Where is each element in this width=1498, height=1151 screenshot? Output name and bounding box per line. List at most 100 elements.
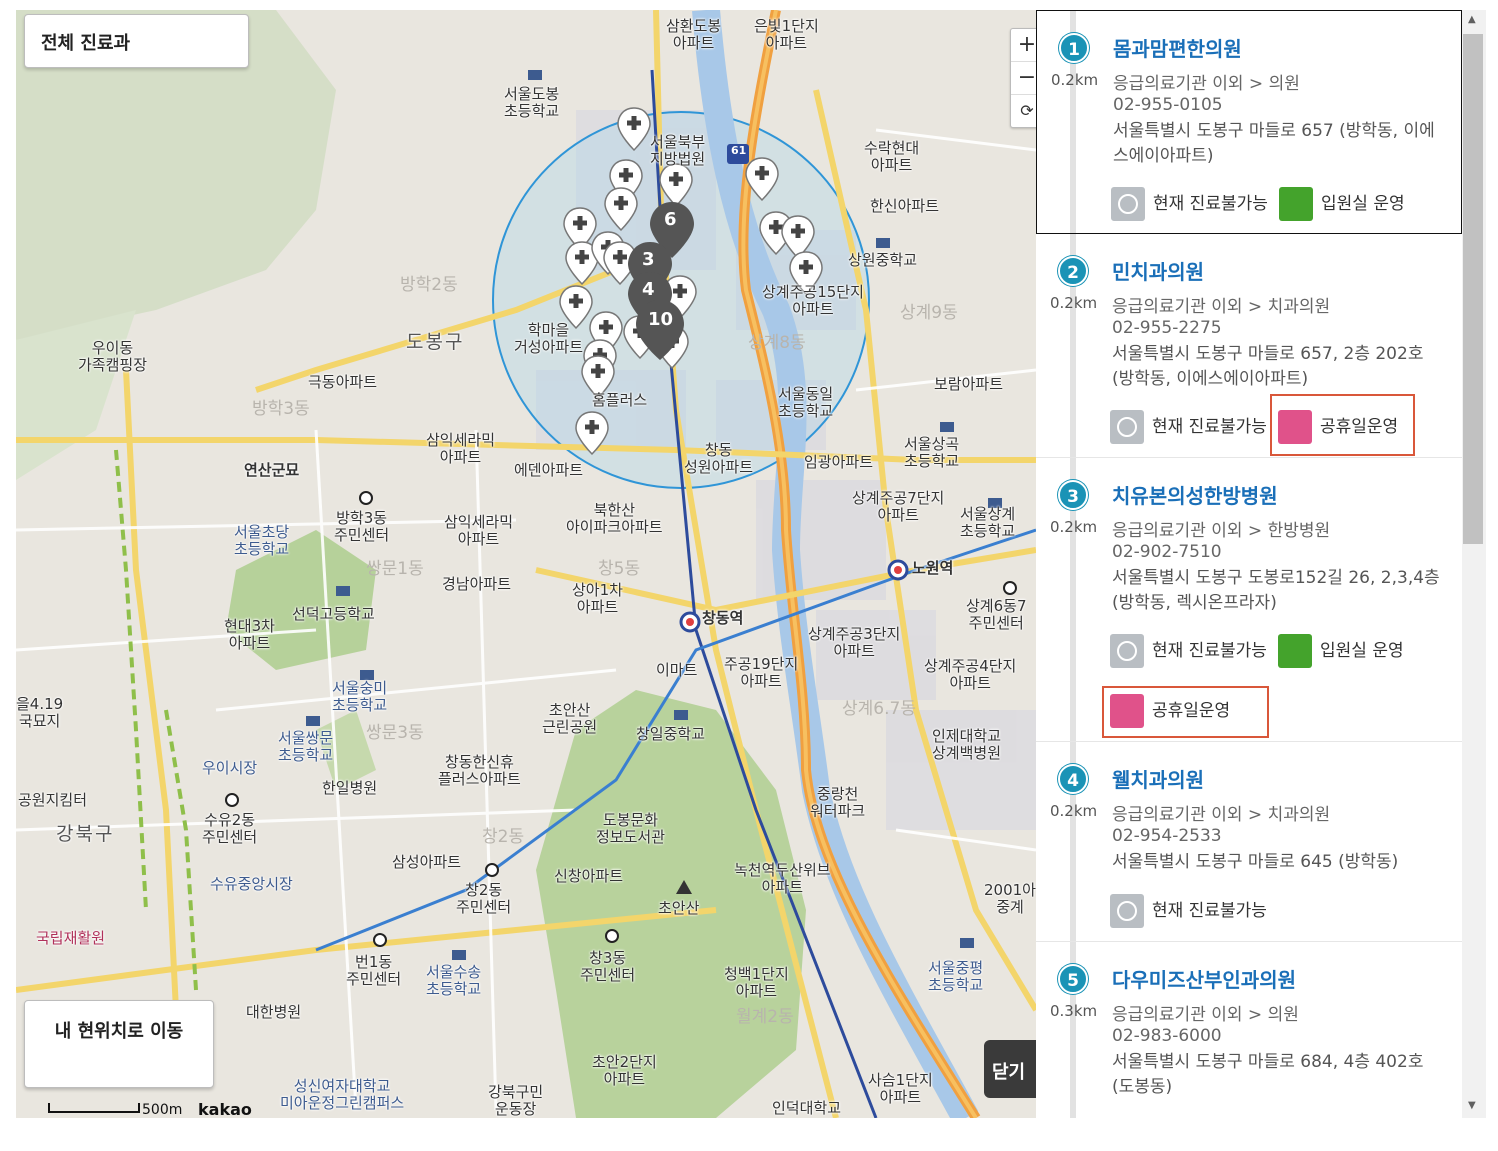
hospital-pin[interactable]: [617, 107, 651, 151]
calendar-icon: [1110, 694, 1144, 728]
scroll-down-icon[interactable]: ▼: [1468, 1100, 1476, 1111]
result-name[interactable]: 다우미즈산부인과의원: [1112, 964, 1296, 993]
cluster-count: 6: [664, 209, 677, 230]
map-label: 초안산 근린공원: [542, 701, 598, 737]
map-label: 월계2동: [736, 1007, 794, 1027]
cluster-count: 4: [642, 279, 655, 300]
list-scrollbar[interactable]: ▲ ▼: [1462, 10, 1486, 1118]
status-badge: 현재 진료불가능: [1111, 187, 1268, 223]
map-label: 서울초당 초등학교: [234, 523, 290, 559]
map-label: 북한산 아이파크아파트: [566, 501, 663, 537]
clock-icon: [1110, 634, 1144, 668]
result-address: 서울특별시 도봉구 마들로 657 (방학동, 이에스에이아파트): [1113, 121, 1435, 166]
map-label: 쌍문3동: [366, 723, 424, 743]
map-label: 노원역: [912, 559, 954, 577]
result-distance: 0.2km: [1050, 518, 1098, 536]
hospital-markers[interactable]: [16, 10, 1036, 1118]
map-label: 삼익세라믹 아파트: [426, 431, 496, 467]
map-label: 도봉문화 정보도서관: [596, 811, 666, 847]
map-view[interactable]: 6 3 4 10 61 삼환도봉 아파트 은빛1단지 아파트 서울도봉 초등학교…: [16, 10, 1036, 1118]
map-label: 방학2동: [400, 275, 458, 295]
map-label: 삼환도봉 아파트: [666, 17, 722, 53]
result-list: 1 0.2km 몸과맘편한의원 응급의료기관 이외 > 의원 02-955-01…: [1036, 10, 1462, 1118]
result-phone[interactable]: 02-902-7510: [1112, 542, 1222, 562]
kakao-logo[interactable]: kakao: [198, 1100, 252, 1118]
map-label: 학마을 거성아파트: [514, 321, 584, 357]
map-label: 인덕대학교: [772, 1099, 842, 1117]
map-label: 초안산: [658, 899, 700, 917]
map-label: 창3동 주민센터: [580, 949, 636, 985]
result-phone[interactable]: 02-983-6000: [1112, 1026, 1222, 1046]
cluster-count: 10: [648, 309, 674, 330]
result-address: 서울특별시 도봉구 마들로 684, 4층 402호 (도봉동): [1112, 1052, 1424, 1097]
map-label: 초안2단지 아파트: [592, 1053, 657, 1089]
map-label: 을4.19 국묘지: [16, 695, 64, 731]
map-label: 서울상계 초등학교: [960, 505, 1016, 541]
bed-icon: [1278, 634, 1312, 668]
map-label: 서울숭미 초등학교: [332, 679, 388, 715]
map-label: 한일병원: [322, 779, 378, 797]
map-label: 쌍문1동: [366, 559, 424, 579]
result-name[interactable]: 민치과의원: [1112, 256, 1204, 285]
map-label: 강북구: [56, 823, 115, 845]
department-filter-button[interactable]: 전체 진료과: [24, 14, 249, 68]
result-item[interactable]: 1 0.2km 몸과맘편한의원 응급의료기관 이외 > 의원 02-955-01…: [1036, 10, 1462, 234]
result-phone[interactable]: 02-955-0105: [1113, 95, 1223, 115]
map-label: 우이동 가족캠핑장: [78, 339, 148, 375]
result-phone[interactable]: 02-954-2533: [1112, 826, 1222, 846]
map-label: 삼성아파트: [392, 853, 462, 871]
map-label: 인제대학교 상계백병원: [932, 727, 1002, 763]
result-number: 1: [1059, 33, 1089, 63]
map-label: 사슴1단지 아파트: [868, 1071, 933, 1107]
zoom-out-button[interactable]: −: [1011, 62, 1036, 95]
clock-icon: [1110, 410, 1144, 444]
clock-icon: [1111, 187, 1145, 221]
hospital-pin[interactable]: [575, 411, 609, 455]
map-label: 상계6동7 주민센터: [966, 597, 1027, 633]
bed-icon: [1279, 187, 1313, 221]
map-label: 강북구민 운동장: [488, 1083, 544, 1118]
map-label: 보람아파트: [934, 375, 1004, 393]
zoom-in-button[interactable]: +: [1011, 29, 1036, 62]
scroll-up-icon[interactable]: ▲: [1468, 14, 1476, 25]
scroll-thumb[interactable]: [1463, 34, 1483, 544]
inpatient-badge: 입원실 운영: [1279, 187, 1405, 223]
map-label: 에덴아파트: [514, 461, 584, 479]
map-label: 우이시장: [202, 759, 258, 777]
result-name[interactable]: 치유본의성한방병원: [1112, 480, 1278, 509]
map-label: 대한병원: [246, 1003, 302, 1021]
map-label: 서울상곡 초등학교: [904, 435, 960, 471]
cluster-count: 3: [642, 249, 655, 270]
map-label: 창일중학교: [636, 725, 706, 743]
result-name[interactable]: 웰치과의원: [1112, 764, 1204, 793]
result-item[interactable]: 3 0.2km 치유본의성한방병원 응급의료기관 이외 > 한방병원 02-90…: [1036, 458, 1462, 742]
map-label: 방학3동 주민센터: [334, 509, 390, 545]
map-label: 번1동 주민센터: [346, 953, 402, 989]
map-label: 홈플러스: [592, 391, 648, 409]
my-location-button[interactable]: 내 현위치로 이동: [24, 1000, 214, 1088]
result-name[interactable]: 몸과맘편한의원: [1113, 33, 1242, 62]
result-item[interactable]: 4 0.2km 웰치과의원 응급의료기관 이외 > 치과의원 02-954-25…: [1036, 742, 1462, 942]
map-label: 현대3차 아파트: [224, 617, 275, 653]
map-label: 수락현대 아파트: [864, 139, 920, 175]
map-label: 상계8동: [748, 333, 806, 353]
result-item[interactable]: 2 0.2km 민치과의원 응급의료기관 이외 > 치과의원 02-955-22…: [1036, 234, 1462, 458]
hospital-pin[interactable]: [604, 187, 638, 231]
result-item[interactable]: 5 0.3km 다우미즈산부인과의원 응급의료기관 이외 > 의원 02-983…: [1036, 942, 1462, 1118]
scale-bar: [48, 1103, 140, 1113]
map-label: 서울동일 초등학교: [778, 385, 834, 421]
map-label: 선덕고등학교: [292, 605, 375, 623]
reset-view-icon[interactable]: ⟳: [1011, 95, 1036, 128]
scale-text: 500m: [142, 1102, 183, 1118]
map-label: 방학3동: [252, 399, 310, 419]
map-label: 국립재활원: [36, 929, 106, 947]
map-label: 은빛1단지 아파트: [754, 17, 819, 53]
map-label: 청백1단지 아파트: [724, 965, 789, 1001]
result-number: 2: [1058, 256, 1088, 286]
result-phone[interactable]: 02-955-2275: [1112, 318, 1222, 338]
hospital-pin[interactable]: [659, 163, 693, 207]
close-button[interactable]: 닫기: [984, 1040, 1036, 1098]
hospital-pin[interactable]: [745, 157, 779, 201]
map-label: 삼익세라믹 아파트: [444, 513, 514, 549]
map-label: 수유중앙시장: [210, 875, 293, 893]
